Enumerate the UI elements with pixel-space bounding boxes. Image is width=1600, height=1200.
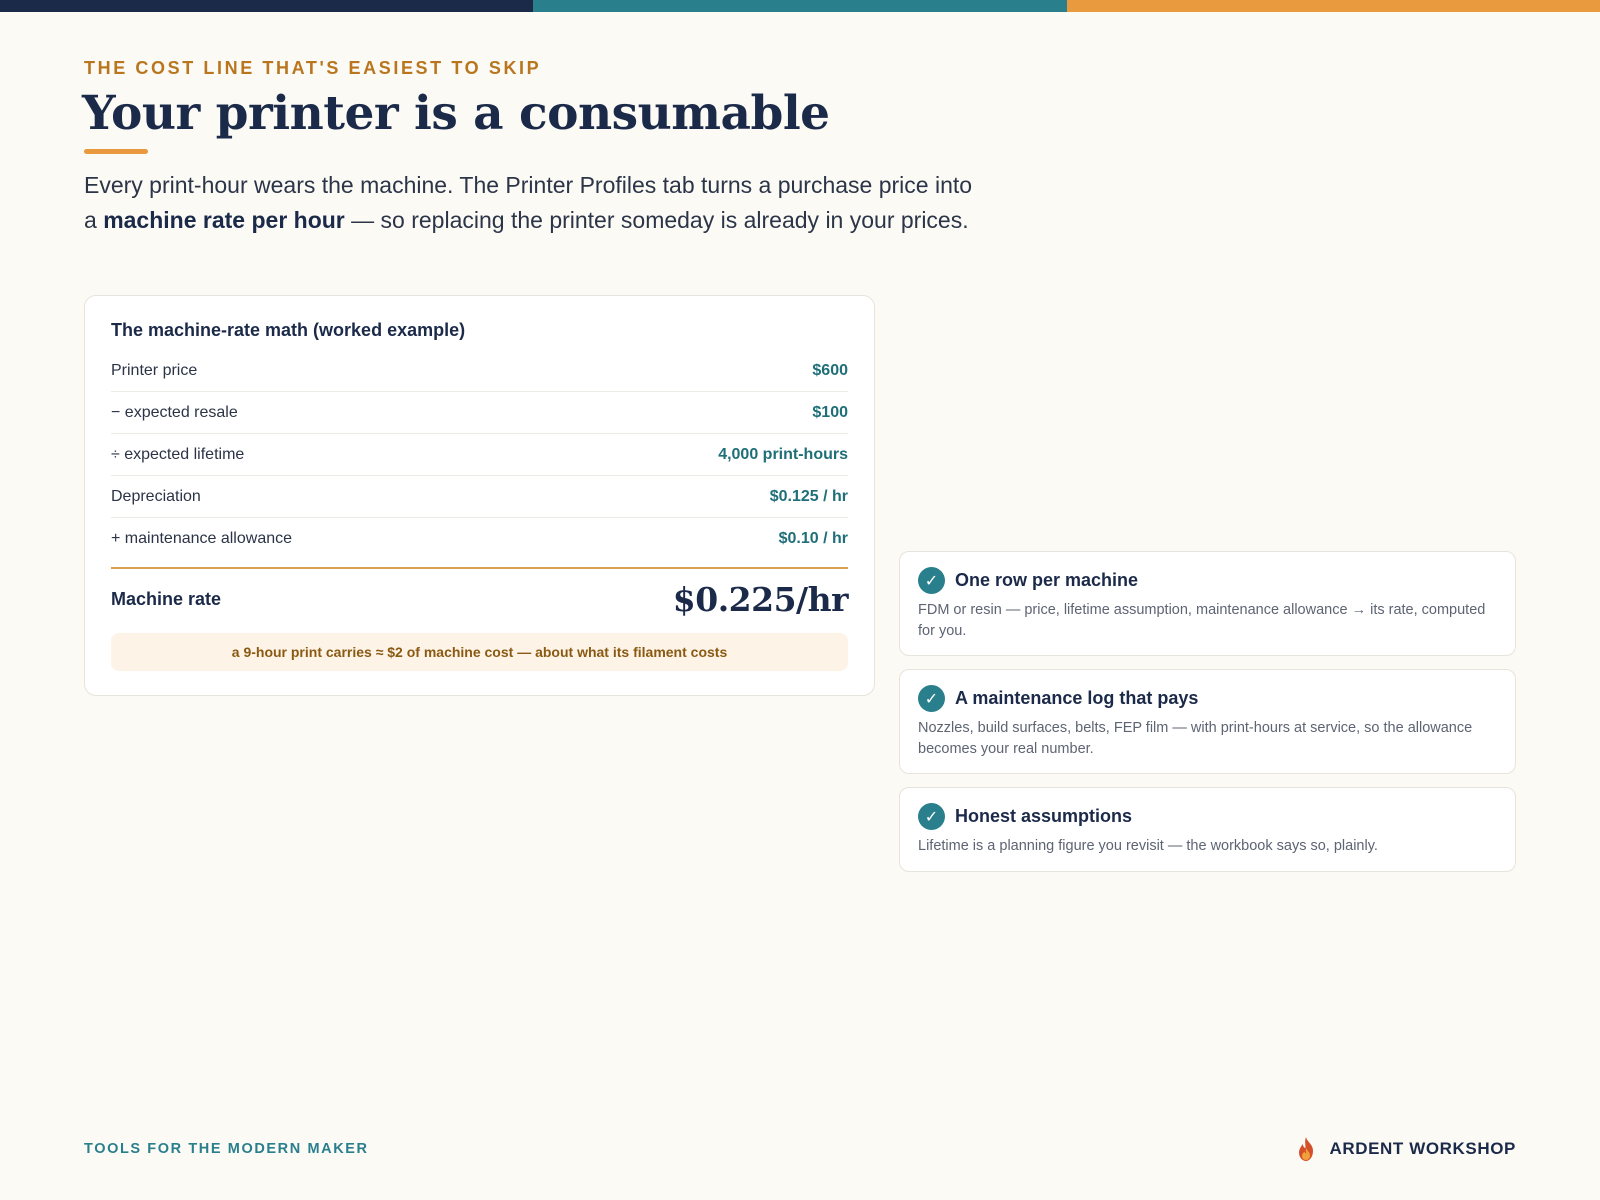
brand-name: ARDENT WORKSHOP: [1329, 1139, 1516, 1158]
title-underline: [84, 149, 148, 154]
feature-title: One row per machine: [955, 569, 1139, 590]
feature-description: Lifetime is a planning figure you revisi…: [918, 838, 1378, 854]
feature-card: ✓ One row per machine FDM or resin — pri…: [899, 551, 1516, 656]
calc-row: Printer price $600: [111, 350, 848, 392]
lead-text-bold: machine rate per hour: [103, 206, 345, 233]
lead-paragraph: Every print-hour wears the machine. The …: [84, 168, 984, 237]
brand-lockup: ARDENT WORKSHOP: [1295, 1136, 1516, 1162]
feature-title: Honest assumptions: [955, 805, 1133, 826]
feature-description: Nozzles, build surfaces, belts, FEP film…: [918, 720, 1473, 757]
check-icon: ✓: [918, 802, 945, 830]
calc-row-label: Depreciation: [111, 487, 201, 505]
calc-row: − expected resale $100: [111, 392, 848, 434]
feature-card: ✓ A maintenance log that pays Nozzles, b…: [899, 669, 1516, 774]
check-icon: ✓: [918, 684, 945, 712]
feature-title: A maintenance log that pays: [955, 687, 1199, 708]
total-row: Machine rate $0.225/hr: [111, 574, 849, 624]
footer-tagline: TOOLS FOR THE MODERN MAKER: [84, 1141, 369, 1157]
calc-row-value: $0.125 / hr: [769, 487, 848, 505]
total-divider: [111, 567, 848, 569]
calc-row: + maintenance allowance $0.10 / hr: [111, 518, 848, 560]
total-label: Machine rate: [111, 588, 222, 609]
machine-rate-card: The machine-rate math (worked example) P…: [84, 295, 875, 696]
calc-row: ÷ expected lifetime 4,000 print-hours: [111, 434, 848, 476]
calc-rows: Printer price $600 − expected resale $10…: [111, 350, 848, 560]
feature-list: ✓ One row per machine FDM or resin — pri…: [899, 551, 1516, 885]
total-value: $0.225/hr: [672, 579, 849, 619]
section-eyebrow: THE COST LINE THAT'S EASIEST TO SKIP: [84, 58, 542, 78]
lead-text-end: — so replacing the printer someday is al…: [344, 206, 969, 233]
top-bar-orange-segment: [1066, 0, 1600, 12]
cost-note: a 9-hour print carries ≈ $2 of machine c…: [111, 633, 848, 671]
feature-card: ✓ Honest assumptions Lifetime is a plann…: [899, 787, 1516, 872]
calc-row-label: Printer price: [111, 361, 198, 379]
feature-header: ✓ A maintenance log that pays: [918, 684, 1497, 712]
top-bar-navy-segment: [0, 0, 534, 12]
calc-row-label: ÷ expected lifetime: [111, 445, 245, 463]
feature-header: ✓ Honest assumptions: [918, 802, 1497, 830]
calc-row-label: + maintenance allowance: [111, 530, 293, 547]
calc-row-value: 4,000 print-hours: [718, 445, 848, 463]
check-icon: ✓: [918, 566, 945, 594]
feature-description: FDM or resin — price, lifetime assumptio…: [918, 602, 1486, 639]
calc-row: Depreciation $0.125 / hr: [111, 476, 848, 518]
feature-header: ✓ One row per machine: [918, 566, 1497, 594]
top-color-bar: [0, 0, 1600, 12]
calc-row-value: $600: [812, 361, 848, 379]
calc-row-value: $100: [812, 403, 848, 421]
card-title: The machine-rate math (worked example): [111, 320, 466, 340]
top-bar-teal-segment: [533, 0, 1067, 12]
calc-row-value: $0.10 / hr: [778, 530, 848, 547]
page-title: Your printer is a consumable: [82, 86, 830, 141]
calc-row-label: − expected resale: [111, 403, 238, 421]
flame-logo-icon: [1299, 1137, 1314, 1161]
